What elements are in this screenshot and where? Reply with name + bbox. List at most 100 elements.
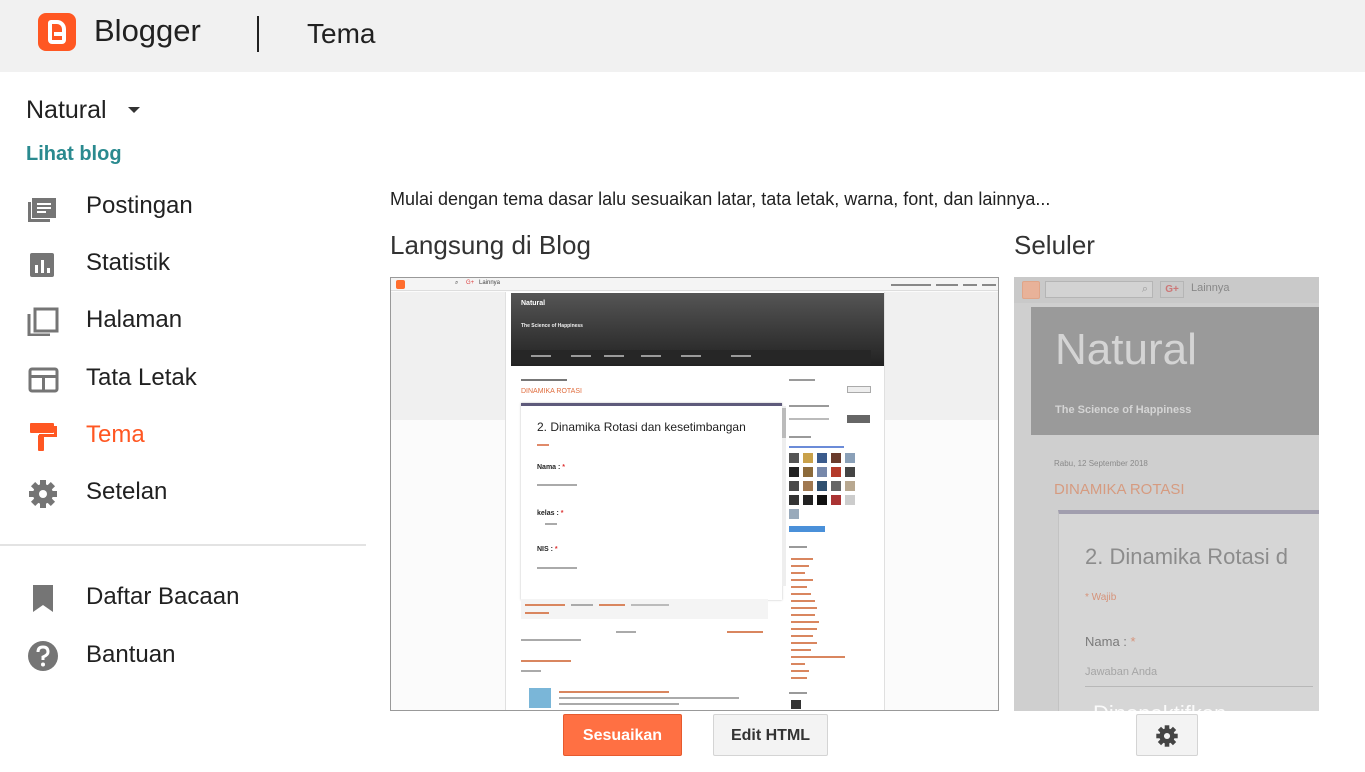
edit-html-button[interactable]: Edit HTML bbox=[713, 714, 828, 756]
mobile-preview-required-note: * Wajib bbox=[1085, 592, 1117, 603]
preview-select bbox=[545, 523, 557, 525]
sidebar-item-layout[interactable]: Tata Letak bbox=[26, 364, 346, 394]
preview-field-label: Nama : * bbox=[537, 464, 566, 471]
mobile-theme-preview[interactable]: ⌕ G+ Lainnya Natural The Science of Happ… bbox=[1014, 277, 1319, 711]
stats-icon bbox=[30, 253, 54, 277]
sidebar-item-label: Daftar Bacaan bbox=[86, 583, 240, 610]
mobile-preview-tagline: The Science of Happiness bbox=[1055, 404, 1192, 416]
mobile-preview-answer-placeholder: Jawaban Anda bbox=[1085, 666, 1313, 687]
help-icon bbox=[28, 641, 58, 671]
preview-form-card: 2. Dinamika Rotasi dan kesetimbangan Nam… bbox=[521, 403, 782, 600]
theme-paint-roller-icon bbox=[30, 423, 57, 451]
preview-follower-avatar bbox=[803, 495, 813, 505]
mobile-preview-navbar: ⌕ G+ Lainnya bbox=[1014, 277, 1319, 303]
preview-follower-avatar bbox=[845, 495, 855, 505]
sidebar-item-stats[interactable]: Statistik bbox=[26, 249, 346, 279]
preview-archive-link bbox=[791, 670, 809, 672]
preview-tab bbox=[531, 355, 551, 357]
search-icon: ⌕ bbox=[1141, 283, 1148, 295]
mobile-settings-button[interactable] bbox=[1136, 714, 1198, 756]
gplus-icon: G+ bbox=[1160, 281, 1184, 298]
mobile-preview-date: Rabu, 12 September 2018 bbox=[1054, 459, 1148, 468]
preview-archive-link bbox=[791, 614, 815, 616]
preview-follower-avatar bbox=[817, 481, 827, 491]
layout-icon bbox=[28, 367, 59, 393]
blogger-logo-icon[interactable] bbox=[38, 13, 76, 51]
preview-archive-link bbox=[791, 572, 805, 574]
preview-text-line bbox=[559, 703, 679, 705]
preview-navbar-link bbox=[936, 284, 958, 286]
preview-share-link bbox=[525, 612, 549, 614]
desktop-theme-preview[interactable]: ⌕ G+ Lainnya Natural The Science of Happ… bbox=[390, 277, 999, 711]
gear-icon bbox=[1156, 725, 1178, 747]
blogger-logo-icon bbox=[1022, 281, 1040, 299]
preview-archive-link bbox=[791, 649, 811, 651]
preview-archive-link bbox=[791, 677, 807, 679]
sidebar-item-label: Bantuan bbox=[86, 641, 176, 668]
mobile-preview-field-label: Nama : * bbox=[1085, 634, 1136, 649]
preview-tab bbox=[681, 355, 701, 357]
preview-field-label: NIS : * bbox=[537, 546, 558, 553]
preview-labels-line bbox=[521, 639, 581, 641]
mobile-preview-cut-text: Dinonaktifkan bbox=[1093, 701, 1226, 711]
preview-sidebar-button bbox=[847, 415, 870, 423]
preview-follower-avatar bbox=[845, 481, 855, 491]
sidebar-item-theme[interactable]: Tema bbox=[26, 421, 346, 451]
view-blog-link[interactable]: Lihat blog bbox=[26, 143, 122, 166]
preview-field-label: kelas : * bbox=[537, 510, 564, 517]
top-app-bar: Blogger Tema bbox=[0, 0, 1365, 72]
preview-tab bbox=[641, 355, 661, 357]
preview-answer-placeholder bbox=[537, 484, 577, 486]
preview-scrollbar bbox=[782, 406, 786, 586]
preview-share-bar bbox=[521, 599, 768, 619]
preview-sidebar-button bbox=[847, 386, 871, 393]
preview-answer-placeholder bbox=[537, 567, 577, 569]
preview-navbar: ⌕ G+ Lainnya bbox=[391, 278, 998, 291]
sidebar-item-settings[interactable]: Setelan bbox=[26, 478, 346, 508]
gplus-icon: G+ bbox=[466, 280, 475, 286]
preview-tab bbox=[571, 355, 591, 357]
preview-archive-link bbox=[791, 565, 809, 567]
preview-post-title: DINAMIKA ROTASI bbox=[521, 388, 582, 395]
sidebar-item-posts[interactable]: Postingan bbox=[26, 192, 346, 222]
preview-follower-avatar bbox=[789, 467, 799, 477]
pages-icon bbox=[27, 307, 59, 336]
preview-article-link bbox=[559, 691, 669, 693]
preview-sidebar-search bbox=[789, 418, 829, 420]
blog-selector[interactable]: Natural bbox=[26, 96, 107, 125]
preview-navbar-link bbox=[963, 284, 977, 286]
mobile-section-title: Seluler bbox=[1014, 230, 1095, 260]
preview-archive-link bbox=[791, 600, 815, 602]
search-icon: ⌕ bbox=[455, 280, 459, 286]
preview-archive-link bbox=[791, 642, 817, 644]
preview-follower-avatar bbox=[803, 467, 813, 477]
preview-archive-link bbox=[791, 579, 813, 581]
sidebar-item-label: Tata Letak bbox=[86, 364, 197, 391]
preview-pager bbox=[616, 631, 636, 633]
sidebar-item-reading-list[interactable]: Daftar Bacaan bbox=[26, 583, 346, 613]
preview-follower-avatar bbox=[831, 453, 841, 463]
preview-follower-avatar bbox=[789, 481, 799, 491]
preview-sidebar-heading bbox=[789, 436, 811, 438]
preview-follower-avatar bbox=[817, 495, 827, 505]
sidebar-item-pages[interactable]: Halaman bbox=[26, 306, 346, 336]
posts-icon bbox=[28, 198, 56, 222]
chevron-down-icon[interactable] bbox=[128, 107, 140, 113]
mobile-preview-post-title: DINAMIKA ROTASI bbox=[1054, 481, 1185, 498]
page-title: Tema bbox=[307, 18, 376, 49]
preview-wikipedia-icon bbox=[791, 700, 801, 709]
preview-follower-avatar bbox=[831, 495, 841, 505]
preview-share-link bbox=[571, 604, 593, 606]
brand-name[interactable]: Blogger bbox=[94, 13, 201, 49]
preview-blog-name: Natural bbox=[521, 300, 546, 307]
customize-button[interactable]: Sesuaikan bbox=[563, 714, 682, 756]
preview-follower-avatar bbox=[817, 467, 827, 477]
sidebar-item-help[interactable]: Bantuan bbox=[26, 641, 346, 671]
preview-sidebar-heading bbox=[789, 405, 829, 407]
preview-follower-avatar bbox=[845, 467, 855, 477]
preview-text-line bbox=[521, 670, 541, 672]
preview-archive-link bbox=[791, 663, 805, 665]
preview-navbar-link bbox=[982, 284, 996, 286]
preview-follower-avatar bbox=[789, 453, 799, 463]
preview-archive-link bbox=[791, 593, 811, 595]
